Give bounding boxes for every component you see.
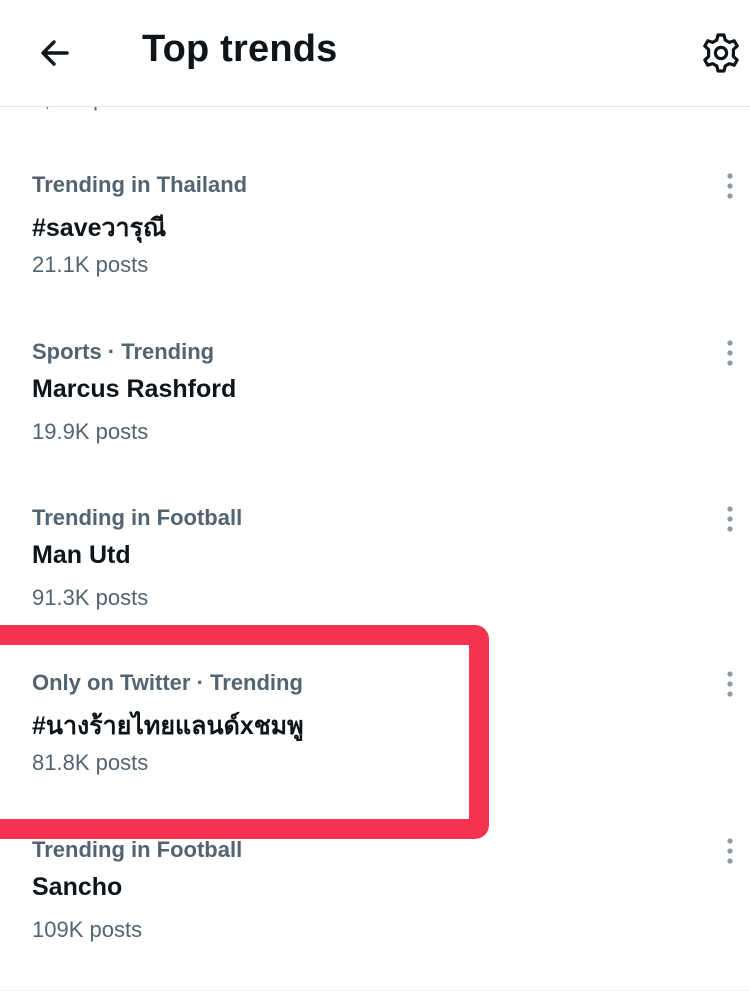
- trend-post-count: 19.9K posts: [32, 419, 149, 444]
- trend-category: Sports · Trending: [32, 339, 215, 364]
- trend-category: Only on Twitter · Trending: [32, 670, 303, 695]
- trend-name: #saveวารุณี: [32, 214, 167, 242]
- more-options-button[interactable]: [717, 497, 743, 541]
- more-options-button[interactable]: [717, 331, 743, 375]
- settings-button[interactable]: [696, 28, 746, 78]
- trend-item-highlighted[interactable]: Only on Twitter · Trending #นางร้ายไทยแล…: [0, 670, 750, 820]
- next-trend-cutoff: [0, 990, 750, 1001]
- back-button[interactable]: [30, 28, 80, 78]
- trend-category: Trending in Football: [32, 505, 243, 530]
- trend-item[interactable]: Trending in Football Man Utd 91.3K posts: [0, 505, 750, 655]
- trend-post-count: 81.8K posts: [32, 750, 149, 775]
- gear-icon: [703, 33, 739, 73]
- trend-item[interactable]: Trending in Football Sancho 109K posts: [0, 837, 750, 987]
- top-bar: Top trends: [0, 0, 750, 107]
- trend-category: Trending in Football: [32, 837, 243, 862]
- trend-name: Man Utd: [32, 541, 131, 569]
- more-vertical-icon: [727, 671, 733, 697]
- more-options-button[interactable]: [717, 829, 743, 873]
- arrow-left-icon: [41, 40, 69, 66]
- trend-name: #นางร้ายไทยแลนด์xชมพู: [32, 712, 304, 740]
- page-title: Top trends: [142, 28, 338, 70]
- trend-item[interactable]: Sports · Trending Marcus Rashford 19.9K …: [0, 339, 750, 489]
- more-vertical-icon: [727, 173, 733, 199]
- trend-name: Sancho: [32, 873, 123, 901]
- more-vertical-icon: [727, 838, 733, 864]
- trend-item[interactable]: Trending in Thailand #saveวารุณี 21.1K p…: [0, 172, 750, 322]
- more-options-button[interactable]: [717, 164, 743, 208]
- trend-category: Trending in Thailand: [32, 172, 248, 197]
- more-vertical-icon: [727, 340, 733, 366]
- trend-post-count: 91.3K posts: [32, 585, 149, 610]
- more-vertical-icon: [727, 506, 733, 532]
- more-options-button[interactable]: [717, 662, 743, 706]
- trend-post-count: 109K posts: [32, 917, 143, 942]
- trend-post-count: 21.1K posts: [32, 252, 149, 277]
- trend-name: Marcus Rashford: [32, 375, 237, 403]
